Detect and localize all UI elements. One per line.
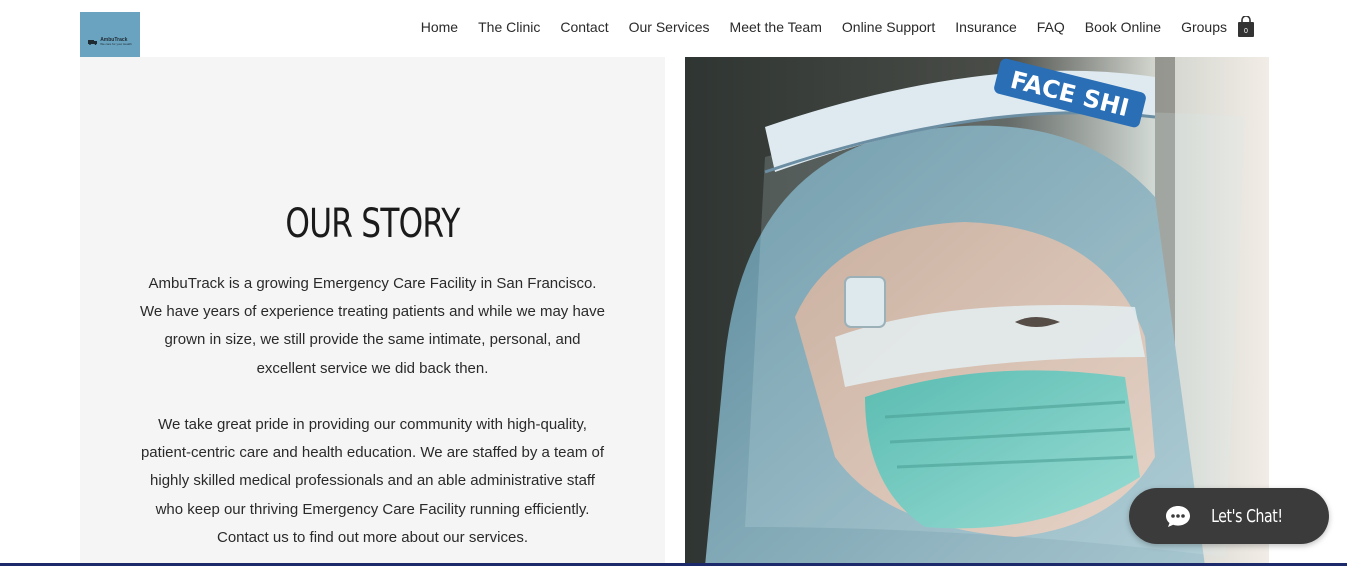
- logo-tagline: We care for your Health: [100, 42, 132, 46]
- ambulance-icon: [88, 39, 98, 45]
- nav-item-our-services[interactable]: Our Services: [629, 19, 710, 35]
- story-paragraph-2: We take great pride in providing our com…: [140, 416, 605, 546]
- nav-item-online-support[interactable]: Online Support: [842, 19, 935, 35]
- lets-chat-button[interactable]: Let's Chat!: [1129, 488, 1329, 544]
- nav-item-book-online[interactable]: Book Online: [1085, 19, 1161, 35]
- nav-item-the-clinic[interactable]: The Clinic: [478, 19, 540, 35]
- cart-button[interactable]: 0: [1237, 15, 1255, 38]
- story-paragraph-1: AmbuTrack is a growing Emergency Care Fa…: [140, 275, 605, 377]
- chat-bubble-icon: [1165, 504, 1191, 528]
- story-panel: OUR STORY AmbuTrack is a growing Emergen…: [80, 57, 665, 566]
- chat-label: Let's Chat!: [1211, 505, 1283, 527]
- nav-item-groups[interactable]: Groups: [1181, 19, 1227, 35]
- main-nav: Home The Clinic Contact Our Services Mee…: [421, 16, 1227, 38]
- cart-count: 0: [1244, 28, 1248, 35]
- nav-item-insurance[interactable]: Insurance: [955, 19, 1016, 35]
- nav-item-faq[interactable]: FAQ: [1037, 19, 1065, 35]
- nav-item-meet-the-team[interactable]: Meet the Team: [730, 19, 822, 35]
- nav-item-contact[interactable]: Contact: [560, 19, 608, 35]
- shopping-bag-icon: 0: [1238, 15, 1254, 37]
- nav-item-home[interactable]: Home: [421, 19, 458, 35]
- story-title: OUR STORY: [285, 201, 460, 247]
